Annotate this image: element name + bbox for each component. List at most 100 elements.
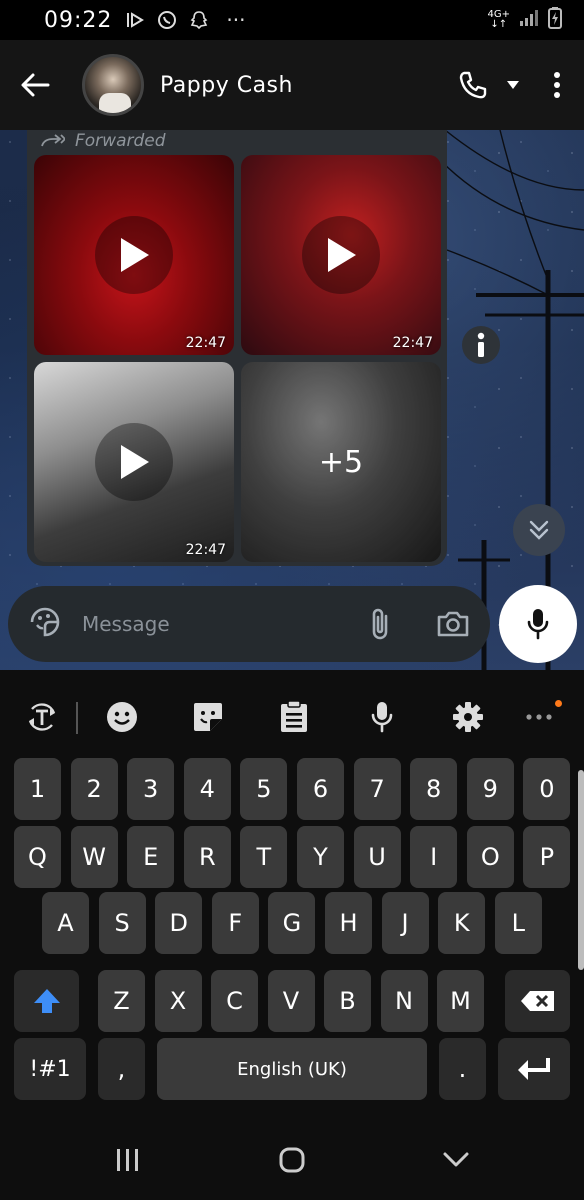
number-key-0[interactable]: 0 [523,758,571,820]
media-timestamp: 22:47 [185,542,226,558]
camera-button[interactable] [436,610,470,638]
space-key[interactable]: English (UK) [157,1038,427,1100]
letter-key-n[interactable]: N [380,970,428,1032]
microphone-icon [527,609,549,640]
letter-key-t[interactable]: T [240,826,288,888]
letter-key-s[interactable]: S [98,892,146,954]
backspace-key[interactable] [505,970,570,1032]
double-chevron-down-icon [529,520,549,540]
play-icon[interactable] [95,423,173,501]
sticker-icon[interactable] [186,692,230,742]
letter-key-o[interactable]: O [466,826,514,888]
symbols-key[interactable]: !#1 [14,1038,86,1100]
number-key-7[interactable]: 7 [353,758,401,820]
letter-key-b[interactable]: B [324,970,371,1032]
text-mode-icon[interactable] [20,692,64,742]
number-key-2[interactable]: 2 [70,758,118,820]
more-icon[interactable] [522,692,562,742]
shift-key[interactable] [14,970,79,1032]
forwarded-message[interactable]: Forwarded 22:47 22:47 22:47 +5 [27,130,447,566]
back-nav-button[interactable] [434,1140,478,1180]
period-key[interactable]: . [439,1038,486,1100]
chat-area[interactable]: Forwarded 22:47 22:47 22:47 +5 Message [0,130,584,670]
info-button[interactable] [462,326,500,364]
emoji-icon[interactable] [100,692,144,742]
camera-icon [437,611,469,637]
recent-apps-button[interactable] [106,1140,150,1180]
letter-key-k[interactable]: K [438,892,486,954]
battery-icon [548,7,562,33]
letter-key-h[interactable]: H [325,892,372,954]
media-tile[interactable]: 22:47 [34,362,234,562]
play-icon[interactable] [95,216,173,294]
scroll-to-bottom-button[interactable] [513,504,565,556]
settings-icon[interactable] [446,692,490,742]
letter-key-z[interactable]: Z [98,970,145,1032]
paperclip-icon [372,608,388,640]
letter-key-p[interactable]: P [523,826,571,888]
number-key-3[interactable]: 3 [127,758,175,820]
letter-key-g[interactable]: G [268,892,316,954]
letter-key-j[interactable]: J [381,892,429,954]
clipboard-icon[interactable] [272,692,316,742]
letter-key-m[interactable]: M [437,970,484,1032]
letter-key-e[interactable]: E [127,826,175,888]
media-timestamp: 22:47 [185,335,226,351]
forward-icon [41,134,65,147]
letter-key-q[interactable]: Q [14,826,61,888]
network-type: 4G+ ↓↑ [487,9,511,30]
letter-key-i[interactable]: I [410,826,458,888]
media-tile-more[interactable]: +5 [241,362,441,562]
caret-down-icon [507,81,519,89]
home-button[interactable] [270,1140,314,1180]
voice-input-icon[interactable] [360,692,404,742]
message-input[interactable]: Message [82,612,350,636]
back-arrow-icon [21,73,50,97]
letter-key-w[interactable]: W [70,826,118,888]
letter-key-d[interactable]: D [155,892,203,954]
cast-icon [124,9,146,31]
letter-key-x[interactable]: X [154,970,202,1032]
message-composer[interactable]: Message [8,586,490,662]
overflow-menu-button[interactable] [530,55,584,115]
chevron-down-icon [443,1152,469,1167]
edge-panel-handle[interactable] [578,770,584,970]
comma-key[interactable]: , [98,1038,145,1100]
number-key-1[interactable]: 1 [14,758,61,820]
letter-key-u[interactable]: U [353,826,401,888]
attach-button[interactable] [368,606,392,642]
enter-key[interactable] [498,1038,570,1100]
letter-key-f[interactable]: F [211,892,259,954]
more-notifications-icon: ··· [226,8,246,32]
forwarded-label: Forwarded [41,130,166,152]
more-media-count: +5 [241,362,441,562]
shift-arrow-icon [33,989,60,1013]
phone-icon [459,71,487,99]
play-icon[interactable] [302,216,380,294]
letter-key-c[interactable]: C [211,970,258,1032]
call-options-button[interactable] [496,55,530,115]
avatar[interactable] [82,54,144,116]
media-tile[interactable]: 22:47 [241,155,441,355]
letter-key-a[interactable]: A [42,892,89,954]
contact-name[interactable]: Pappy Cash [160,73,293,98]
letter-key-l[interactable]: L [494,892,542,954]
letter-key-r[interactable]: R [183,826,231,888]
sticker-icon[interactable] [28,605,62,643]
media-tile[interactable]: 22:47 [34,155,234,355]
number-key-8[interactable]: 8 [410,758,458,820]
letter-key-y[interactable]: Y [297,826,344,888]
toolbar-divider [76,702,78,734]
back-button[interactable] [0,40,70,130]
letter-key-v[interactable]: V [267,970,315,1032]
voice-message-button[interactable] [499,585,577,663]
status-bar: 09:22 ··· 4G+ ↓↑ [0,0,584,40]
kebab-menu-icon [554,72,560,98]
number-key-4[interactable]: 4 [183,758,231,820]
call-button[interactable] [450,55,496,115]
snapchat-icon [188,9,210,31]
number-key-6[interactable]: 6 [297,758,344,820]
recent-apps-icon [117,1149,138,1171]
number-key-5[interactable]: 5 [240,758,288,820]
number-key-9[interactable]: 9 [466,758,514,820]
